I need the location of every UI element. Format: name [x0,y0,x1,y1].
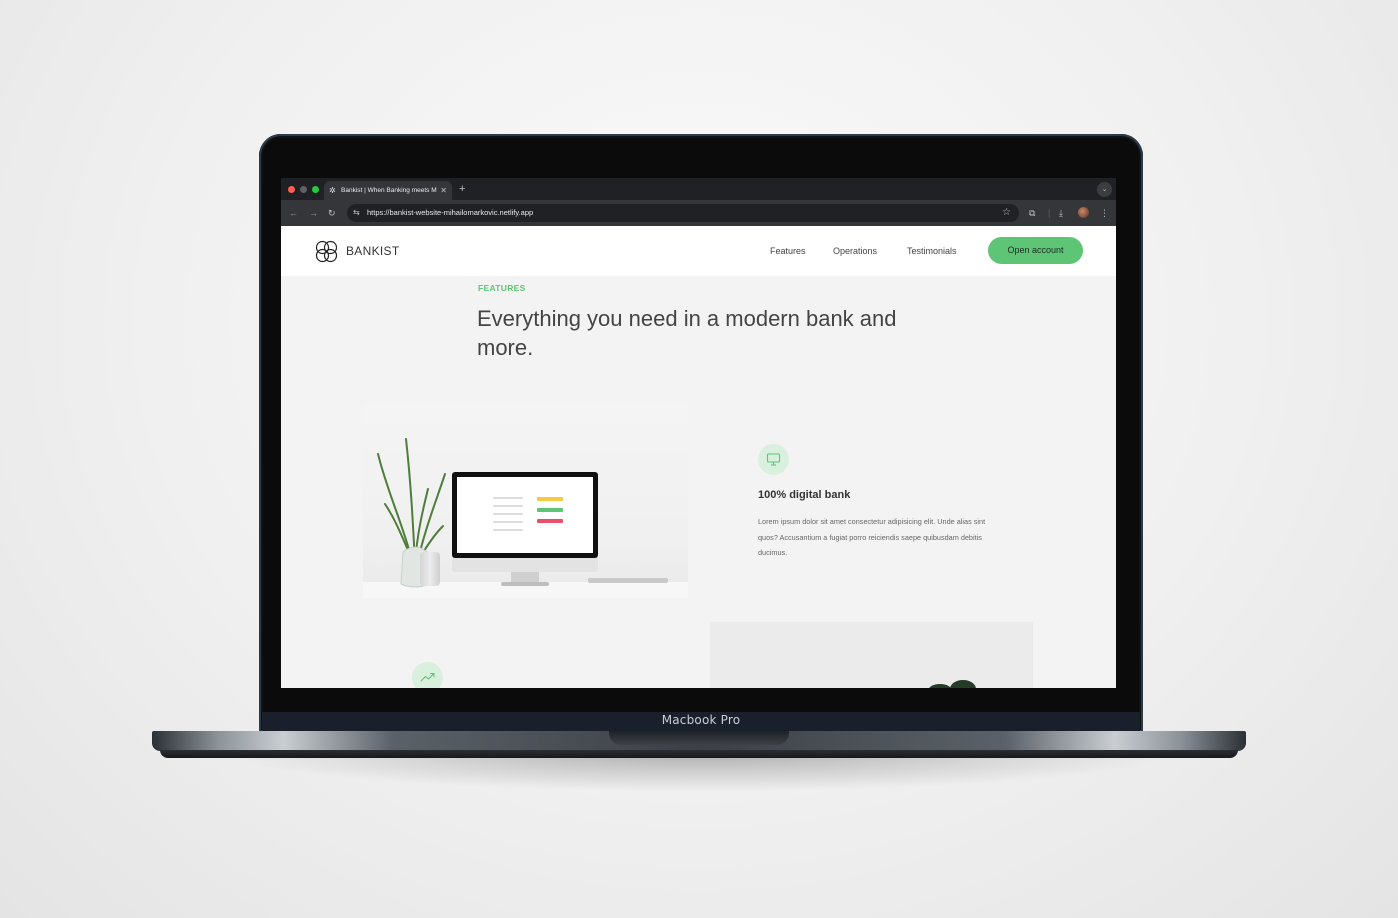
profile-avatar[interactable] [1078,207,1089,218]
nav-link-operations[interactable]: Operations [833,243,877,259]
new-tab-button[interactable]: + [459,181,465,197]
imac-chin [452,558,598,572]
brand-name[interactable]: BANKIST [346,242,399,260]
leaf [928,684,952,688]
monitor-icon [758,444,789,475]
imac-foot [501,582,549,586]
open-account-button[interactable]: Open account [988,237,1083,264]
minimize-window-button[interactable] [300,186,307,193]
feature-image-plant [710,622,1033,688]
section-label: FEATURES [478,283,526,293]
feature-image-desk [363,404,688,598]
imac-screen [457,477,593,553]
tab-title: Bankist | When Banking meets Minimalist [341,187,437,194]
device-label: Macbook Pro [661,713,741,727]
tune-icon[interactable]: ⇆ [353,206,360,220]
section-title: Everything you need in a modern bank and… [477,306,897,360]
bankist-logo-icon[interactable] [314,239,339,264]
laptop-screen: ✲ Bankist | When Banking meets Minimalis… [281,178,1116,688]
tab-favicon-icon: ✲ [329,186,336,195]
closed-laptop [588,578,668,583]
feature-description: Lorem ipsum dolor sit amet consectetur a… [758,517,986,557]
reload-icon[interactable]: ↻ [328,206,336,220]
laptop-base-lip [160,750,1238,758]
browser-tab-bar: ✲ Bankist | When Banking meets Minimalis… [281,178,1116,200]
address-bar[interactable]: ⇆ https://bankist-website-mihailomarkovi… [347,204,1019,222]
browser-toolbar: ← → ↻ ⇆ https://bankist-website-mihailom… [281,200,1116,226]
tab-list-icon[interactable]: ⌄ [1097,182,1112,197]
download-icon[interactable]: ⤓ [1059,206,1063,220]
back-icon[interactable]: ← [289,206,298,220]
imac-frame [452,472,598,558]
laptop-chin: Macbook Pro [262,712,1140,732]
site-header: BANKIST Features Operations Testimonials… [281,226,1116,276]
zoom-window-button[interactable] [312,186,319,193]
trending-up-icon [412,662,443,688]
nav-link-features[interactable]: Features [770,243,806,259]
laptop-shadow [220,752,1178,792]
speaker [420,552,440,586]
more-icon[interactable]: ⋮ [1100,206,1109,220]
tab-close-icon[interactable]: ✕ [440,181,447,200]
laptop-notch [609,731,789,745]
leaf [950,680,976,688]
url-text[interactable]: https://bankist-website-mihailomarkovic.… [367,204,533,222]
forward-icon[interactable]: → [309,206,318,220]
close-window-button[interactable] [288,186,295,193]
nav-link-testimonials[interactable]: Testimonials [907,243,957,259]
toolbar-divider: | [1048,208,1051,218]
feature-title: 100% digital bank [758,489,851,501]
star-icon[interactable]: ☆ [1002,205,1011,221]
browser-tab[interactable]: ✲ Bankist | When Banking meets Minimalis… [324,181,452,200]
extensions-icon[interactable]: ⧉ [1029,206,1035,220]
